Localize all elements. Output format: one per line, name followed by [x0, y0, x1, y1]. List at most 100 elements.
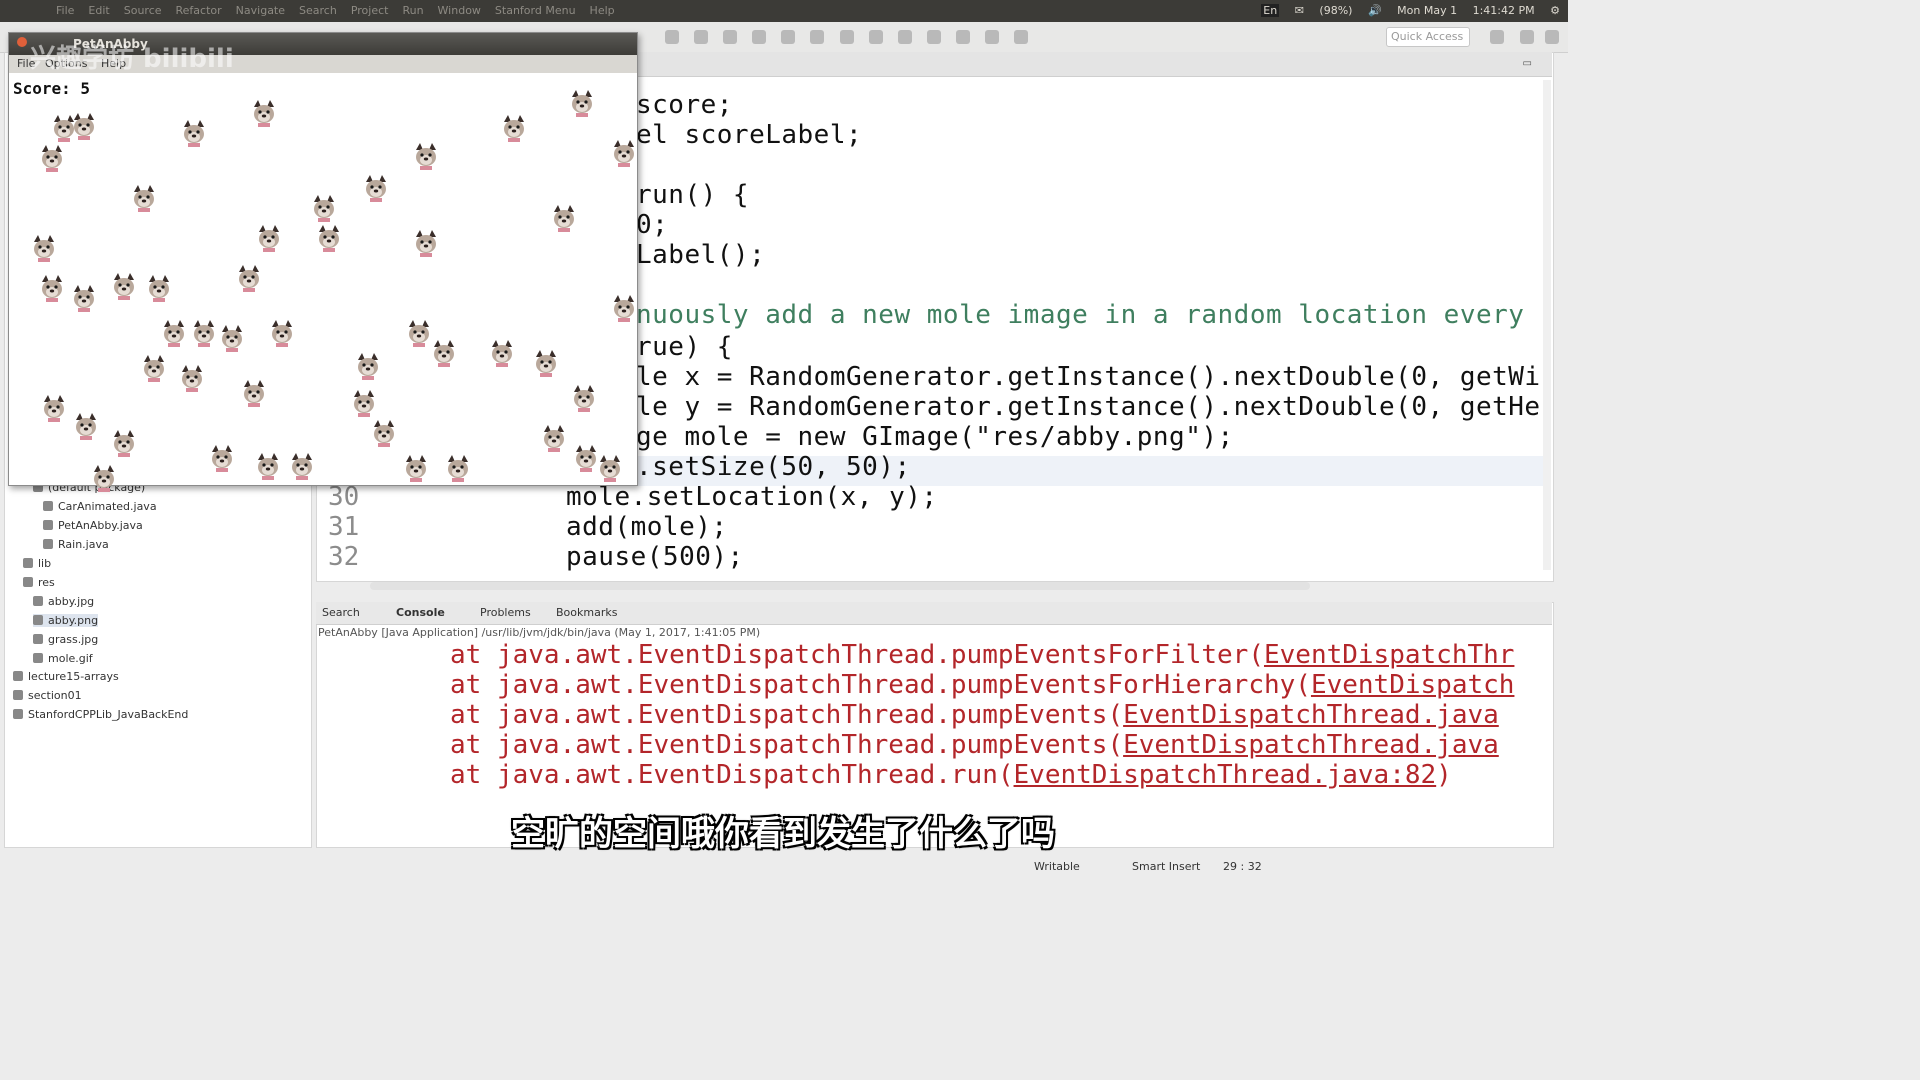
abby-dog-icon[interactable]: [249, 98, 279, 128]
menu-project[interactable]: Project: [351, 4, 389, 17]
tab-bookmarks[interactable]: Bookmarks: [556, 606, 617, 619]
abby-dog-icon[interactable]: [499, 113, 529, 143]
tree-item[interactable]: CarAnimated.java: [43, 500, 157, 513]
abby-dog-icon[interactable]: [109, 271, 139, 301]
code-line[interactable]: le x = RandomGenerator.getInstance().nex…: [636, 362, 1541, 392]
editor-horizontal-scrollbar[interactable]: [370, 582, 1310, 590]
external-tools-icon[interactable]: [781, 30, 796, 44]
code-line[interactable]: pause(500);: [566, 542, 744, 572]
code-line[interactable]: el scoreLabel;: [636, 120, 862, 150]
battery-indicator[interactable]: (98%): [1319, 4, 1352, 17]
abby-dog-icon[interactable]: [369, 418, 399, 448]
menu-run[interactable]: Run: [402, 4, 423, 17]
volume-icon[interactable]: 🔊: [1368, 4, 1382, 17]
forward-icon[interactable]: [1014, 30, 1029, 44]
tree-item[interactable]: res: [23, 576, 55, 589]
abby-dog-icon[interactable]: [361, 173, 391, 203]
abby-dog-icon[interactable]: [487, 338, 517, 368]
abby-dog-icon[interactable]: [217, 323, 247, 353]
abby-dog-icon[interactable]: [234, 263, 264, 293]
abby-dog-icon[interactable]: [401, 453, 431, 483]
tree-item[interactable]: lib: [23, 557, 51, 570]
back-icon[interactable]: [985, 30, 1000, 44]
tree-item[interactable]: PetAnAbby.java: [43, 519, 143, 532]
date-label[interactable]: Mon May 1: [1397, 4, 1457, 17]
source-link[interactable]: EventDispatchThread.java:82: [1014, 760, 1437, 790]
abby-dog-icon[interactable]: [443, 453, 473, 483]
clock[interactable]: 1:41:42 PM: [1473, 4, 1535, 17]
tab-search[interactable]: Search: [322, 606, 360, 619]
next-annotation-icon[interactable]: [868, 30, 883, 44]
abby-dog-icon[interactable]: [29, 233, 59, 263]
abby-dog-icon[interactable]: [239, 378, 269, 408]
debug-perspective-icon[interactable]: [1545, 30, 1559, 44]
tree-item[interactable]: Rain.java: [43, 538, 109, 551]
tab-console[interactable]: Console: [396, 606, 445, 619]
tree-item[interactable]: abby.jpg: [33, 595, 94, 608]
code-line[interactable]: run() {: [636, 180, 749, 210]
abby-dog-icon[interactable]: [549, 203, 579, 233]
debug-icon[interactable]: [723, 30, 738, 44]
abby-dog-icon[interactable]: [254, 223, 284, 253]
source-link[interactable]: EventDispatchThread.java: [1123, 730, 1499, 760]
abby-dog-icon[interactable]: [595, 453, 625, 483]
toggle-mark-icon[interactable]: [926, 30, 941, 44]
code-line[interactable]: le y = RandomGenerator.getInstance().nex…: [636, 392, 1541, 422]
edit-icon[interactable]: [839, 30, 854, 44]
source-link[interactable]: EventDispatchThread.java: [1123, 700, 1499, 730]
source-link[interactable]: EventDispatch: [1311, 670, 1515, 700]
abby-dog-icon[interactable]: [567, 88, 597, 118]
code-line[interactable]: Label();: [636, 240, 765, 270]
quick-access-input[interactable]: Quick Access: [1386, 27, 1470, 47]
code-line[interactable]: 0;: [636, 210, 668, 240]
tab-problems[interactable]: Problems: [480, 606, 531, 619]
abby-dog-icon[interactable]: [189, 318, 219, 348]
code-line[interactable]: add(mole);: [566, 512, 728, 542]
tree-item[interactable]: section01: [13, 689, 82, 702]
tree-item[interactable]: grass.jpg: [33, 633, 98, 646]
abby-dog-icon[interactable]: [609, 138, 639, 168]
menu-stanford-menu[interactable]: Stanford Menu: [495, 4, 576, 17]
prev-annotation-icon[interactable]: [897, 30, 912, 44]
tree-item[interactable]: StanfordCPPLib_JavaBackEnd: [13, 708, 188, 721]
abby-dog-icon[interactable]: [539, 423, 569, 453]
abby-dog-icon[interactable]: [353, 351, 383, 381]
save-icon[interactable]: [694, 30, 709, 44]
menu-source[interactable]: Source: [124, 4, 162, 17]
new-icon[interactable]: [665, 30, 679, 44]
abby-dog-icon[interactable]: [569, 383, 599, 413]
abby-dog-icon[interactable]: [144, 273, 174, 303]
code-line[interactable]: nuously add a new mole image in a random…: [636, 300, 1524, 330]
tree-item[interactable]: mole.gif: [33, 652, 93, 665]
code-line[interactable]: rue) {: [636, 332, 733, 362]
java-perspective-icon[interactable]: [1520, 30, 1534, 44]
tree-item[interactable]: lecture15-arrays: [13, 670, 119, 683]
abby-dog-icon[interactable]: [129, 183, 159, 213]
settings-gear-icon[interactable]: ⚙: [1550, 4, 1560, 17]
abby-dog-icon[interactable]: [37, 273, 67, 303]
abby-dog-icon[interactable]: [207, 443, 237, 473]
abby-dog-icon[interactable]: [159, 318, 189, 348]
petanabby-window[interactable]: PetAnAbby File Options Help Score: 5: [8, 32, 639, 492]
menu-file[interactable]: File: [56, 4, 74, 17]
abby-dog-icon[interactable]: [287, 451, 317, 481]
abby-dog-icon[interactable]: [267, 318, 297, 348]
menu-window[interactable]: Window: [438, 4, 481, 17]
menu-refactor[interactable]: Refactor: [176, 4, 222, 17]
code-line[interactable]: score;: [636, 90, 733, 120]
pin-icon[interactable]: [810, 30, 825, 44]
minimize-icon[interactable]: ▭: [1523, 58, 1532, 69]
mail-icon[interactable]: ✉: [1295, 4, 1304, 17]
abby-dog-icon[interactable]: [179, 118, 209, 148]
abby-dog-icon[interactable]: [89, 463, 119, 493]
abby-dog-icon[interactable]: [69, 283, 99, 313]
tree-item[interactable]: abby.png: [33, 614, 99, 627]
code-line[interactable]: .setSize(50, 50);: [636, 452, 911, 482]
keyboard-indicator[interactable]: En: [1261, 4, 1280, 17]
menu-search[interactable]: Search: [299, 4, 337, 17]
code-line[interactable]: mole.setLocation(x, y);: [566, 482, 938, 512]
menu-help[interactable]: Help: [590, 4, 615, 17]
abby-dog-icon[interactable]: [314, 223, 344, 253]
abby-dog-icon[interactable]: [39, 393, 69, 423]
abby-dog-icon[interactable]: [177, 363, 207, 393]
